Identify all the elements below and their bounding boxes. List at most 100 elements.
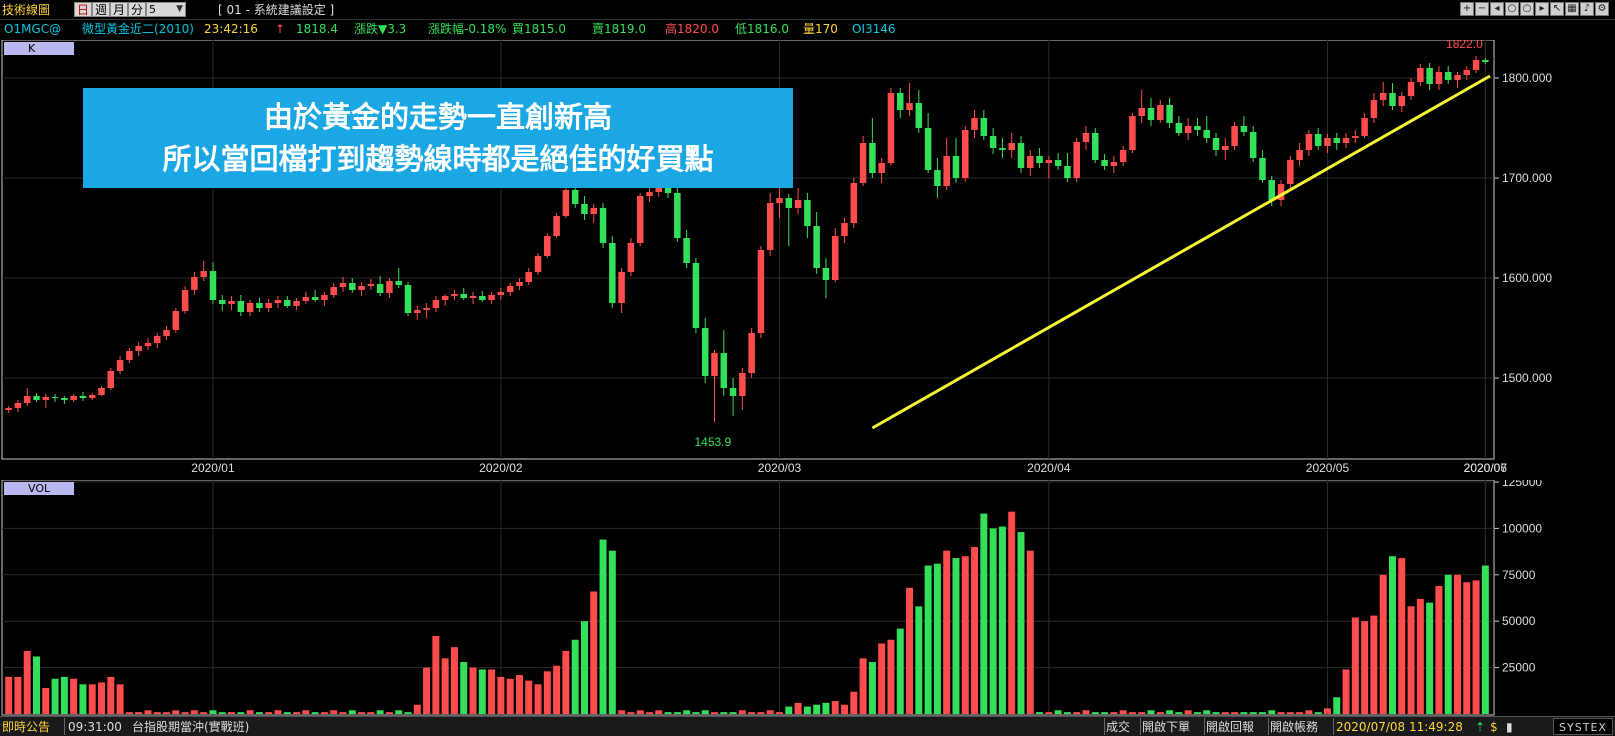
candle-body <box>1194 126 1201 130</box>
candle-body <box>1064 166 1071 178</box>
vol-panel-tag[interactable]: VOL <box>4 482 74 495</box>
candle-body <box>479 296 486 300</box>
volume-bar <box>42 688 50 714</box>
window-title: 技術線圖 <box>2 3 51 17</box>
volume-bar <box>553 665 561 714</box>
volume-bar <box>144 710 152 714</box>
volume-bar <box>915 606 923 714</box>
volume-bar <box>1193 712 1201 714</box>
max-price-label: 1822.0 <box>1446 40 1483 51</box>
bulletin-text[interactable]: 台指股期當沖(實戰班) <box>132 719 249 735</box>
period-minute-button[interactable]: 分 <box>128 2 146 17</box>
volume-chart[interactable]: 125000 100000 75000 50000 25000 <box>0 480 1615 716</box>
alert-icon[interactable]: $ <box>1490 719 1498 735</box>
volume-bar <box>543 671 551 714</box>
candle-body <box>51 397 59 398</box>
volume-bar <box>952 558 960 714</box>
zoom-in-icon[interactable]: + <box>1460 2 1474 16</box>
trade-button[interactable]: 成交 <box>1106 719 1130 735</box>
volume-bar <box>311 712 319 714</box>
candle-body <box>887 93 895 163</box>
candle-body <box>98 388 105 395</box>
candle-body <box>822 268 830 280</box>
volume-bar <box>1147 710 1155 714</box>
volume-bar <box>51 678 59 714</box>
k-ytick-label: 1700.000 <box>1502 171 1552 185</box>
period-week-button[interactable]: 週 <box>92 2 110 17</box>
volume-bar <box>79 684 87 714</box>
k-xtick-label: 2020/01 <box>191 461 235 475</box>
volume-bar <box>525 680 533 714</box>
volume-bar <box>181 712 189 714</box>
volume-bars <box>5 511 1489 714</box>
symbol-name: 微型黃金近二(2010) <box>82 22 194 36</box>
volume-bar <box>1463 582 1471 714</box>
volume-bar <box>1119 710 1127 714</box>
volume-bar <box>571 639 579 714</box>
brand-logo: SYSTEX <box>1553 718 1613 735</box>
bell-icon[interactable]: ♪ <box>1580 2 1594 16</box>
candle-body <box>1370 100 1378 118</box>
volume-bar <box>841 704 849 714</box>
candle-body <box>1463 70 1471 75</box>
candle-body <box>683 238 690 263</box>
volume-bar <box>1305 710 1313 714</box>
connection-icon: ⇡ <box>1475 720 1486 734</box>
candle-body <box>1259 158 1266 180</box>
status-datetime: 2020/07/08 11:49:28 <box>1336 720 1463 734</box>
volume-bar <box>1296 712 1304 714</box>
open-order-button[interactable]: 開啟下單 <box>1142 719 1190 735</box>
volume-bar <box>478 669 486 714</box>
period-day-button[interactable]: 日 <box>74 2 92 17</box>
volume-bar <box>1166 710 1174 714</box>
arrow-left-icon[interactable]: ◂ <box>1490 2 1504 16</box>
candle-body <box>1305 134 1313 150</box>
volume-chart-panel[interactable]: 125000 100000 75000 50000 25000 VOL <box>0 480 1615 716</box>
settings-icon[interactable]: ⚙ <box>1595 2 1609 16</box>
volume-bar <box>1203 710 1211 714</box>
annotation-box: 由於黃金的走勢一直創新高 所以當回檔打到趨勢線時都是絕佳的好買點 <box>83 88 793 188</box>
volume-bar <box>33 656 40 714</box>
grid-icon[interactable]: ▦ <box>1565 2 1579 16</box>
arrow-right-icon[interactable]: ▸ <box>1535 2 1549 16</box>
open-report-button[interactable]: 開啟回報 <box>1206 719 1254 735</box>
bulletin-label[interactable]: 即時公告 <box>2 719 50 735</box>
volume-bar <box>488 669 496 714</box>
k-panel-tag[interactable]: K <box>4 42 74 55</box>
candle-body <box>1008 143 1015 150</box>
volume-bar <box>887 639 895 714</box>
candle-body <box>451 294 458 296</box>
setting-label[interactable]: [ 01 - 系統建議設定 ] <box>218 2 334 18</box>
candle-body <box>525 272 532 282</box>
candle-body <box>1361 118 1368 136</box>
candle-body <box>506 286 514 292</box>
candle-body <box>1203 130 1210 138</box>
period-month-button[interactable]: 月 <box>110 2 128 17</box>
cursor-icon[interactable]: ↖ <box>1550 2 1564 16</box>
interval-select[interactable]: 5 ▼ <box>146 2 186 17</box>
k-yaxis: 1800.000 1700.000 1600.000 1500.000 <box>1494 71 1552 385</box>
search-minus-icon[interactable]: ○ <box>1520 2 1534 16</box>
v-ytick-label: 75000 <box>1502 568 1536 582</box>
candle-body <box>441 296 449 300</box>
divider <box>1333 718 1334 735</box>
candle-body <box>1435 72 1443 84</box>
volume-bar <box>1212 712 1220 714</box>
volume-bar <box>803 706 811 714</box>
search-icon[interactable]: ○ <box>1505 2 1519 16</box>
candle-body <box>1166 105 1173 123</box>
candle-body <box>534 256 542 272</box>
volume-bar <box>1388 556 1396 714</box>
candle-body <box>1287 160 1294 184</box>
candle-body <box>943 156 950 186</box>
volume-bar <box>599 539 607 714</box>
candle-body <box>126 351 133 360</box>
candle-body <box>1138 108 1145 116</box>
candle-body <box>1324 138 1331 146</box>
zoom-out-icon[interactable]: − <box>1475 2 1489 16</box>
candle-body <box>841 223 848 236</box>
open-account-button[interactable]: 開啟帳務 <box>1270 719 1318 735</box>
open-interest: OI3146 <box>852 22 896 36</box>
volume-bar <box>580 621 588 714</box>
volume-bar <box>608 550 616 714</box>
